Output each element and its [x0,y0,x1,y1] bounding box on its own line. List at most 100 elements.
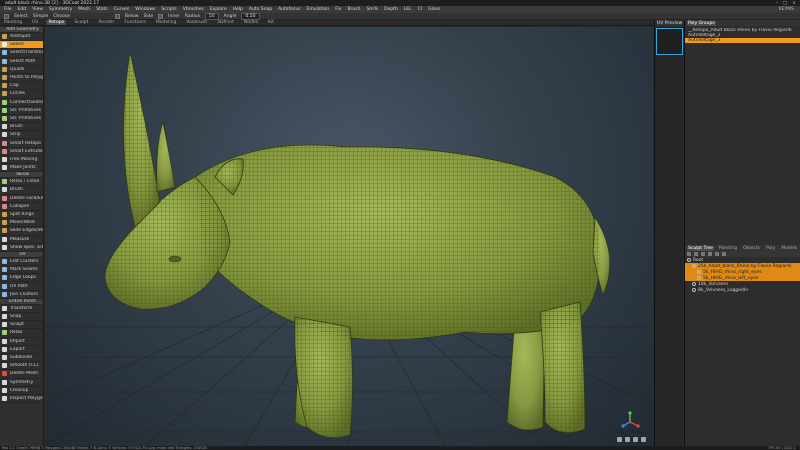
menu-item-explore[interactable]: Explore [210,7,227,12]
tool-subdivide[interactable]: Subdivide [0,354,43,363]
room-tab-kit[interactable]: Kit [266,20,276,25]
room-tab-painting[interactable]: Painting [2,20,24,25]
tool-edge-loops[interactable]: Edge Loops [0,274,43,283]
tool-symmetry[interactable]: Symmetry [0,379,43,387]
toolbar-select[interactable]: Select [14,14,28,19]
tool-move-weld[interactable]: Move/Weld [0,219,43,228]
tool-make-joints[interactable]: Make Joints [0,164,43,173]
tab-models[interactable]: Models [780,246,798,251]
visibility-icon[interactable] [692,282,696,286]
add-layer-icon[interactable] [687,252,691,256]
toolbar-choose[interactable]: Choose [53,14,70,19]
tool-delete-mesh[interactable]: Delete Mesh [0,370,43,379]
tab-objects[interactable]: Objects [742,246,761,251]
poly-group-row[interactable]: AutoVoltage_3 [685,38,800,43]
tool-mark-seams[interactable]: Mark Seams [0,266,43,275]
menu-item-lel[interactable]: LEL [404,7,412,12]
menu-item-vbrushes[interactable]: Vbrushes [183,7,204,12]
tool-cap[interactable]: Cap [0,82,43,91]
minimize-button[interactable]: – [776,1,778,6]
uv-preview-canvas[interactable] [656,28,683,55]
tool-brush[interactable]: Brush [0,186,43,195]
visibility-icon[interactable] [687,258,691,262]
menu-item-cl[interactable]: Cl [418,7,422,12]
room-tab-retopo[interactable]: Retopo [46,20,67,25]
menu-item-gloss[interactable]: Gloss [428,7,440,12]
menu-item-mesh[interactable]: Mesh [78,7,90,12]
room-tab-voxbrush[interactable]: Voxbrush [184,20,209,25]
toolbar-simple[interactable]: Simple [33,14,48,19]
tool-sculpt[interactable]: Sculpt [0,321,43,330]
tool-uv-path[interactable]: UV Path [0,282,43,291]
tab-painting[interactable]: Painting [718,246,738,251]
room-tab-uv[interactable]: UV [30,20,40,25]
tool-split-rings[interactable]: Split Rings [0,211,43,220]
menu-item-scripts[interactable]: Scripts [161,7,176,12]
room-tab-modeling[interactable]: Modeling [154,20,178,25]
viewport-3d[interactable] [45,27,653,446]
tool-snap[interactable]: Snap [0,313,43,322]
menu-item-symmetry[interactable]: Symmetry [49,7,72,12]
menu-item-emulation[interactable]: Emulation [307,7,330,12]
tool-collapse[interactable]: Collapse [0,203,43,211]
menu-item-stats[interactable]: Stats [96,7,108,12]
tool-inspect-polygons[interactable]: Inspect Polygons [0,395,43,404]
inner-toggle[interactable] [158,13,164,19]
menu-item-auto-snap[interactable]: Auto Snap [249,7,272,12]
tool-cleanup[interactable]: Cleanup [0,387,43,395]
tool-select-transform[interactable]: Select/Transform [0,49,43,58]
below-toggle[interactable] [114,13,120,19]
menu-item-view[interactable]: View [32,7,43,12]
menu-item-sm-[interactable]: Sm% [366,7,378,12]
tool-export[interactable]: Export [0,346,43,354]
room-tab-nodes[interactable]: Nodes [242,20,260,25]
tool-join-clusters[interactable]: Join Clusters [0,291,43,299]
tool-edit-clusters[interactable]: Edit Clusters [0,258,43,267]
tool-connect-slides[interactable]: Connect/Slides [0,99,43,107]
tool-str-primitives[interactable]: Str. Primitives [0,107,43,115]
close-button[interactable]: × [792,1,796,6]
tool-smart-extrude[interactable]: Smart Extrude [0,148,43,156]
visibility-icon[interactable] [697,270,701,274]
tool-slide-edges-vertex[interactable]: Slide Edges/Vertex [0,227,43,236]
menu-item-brush[interactable]: Brush [347,7,360,12]
tool-str-primitives[interactable]: Str. Primitives [0,115,43,124]
tool-add-split[interactable]: Add/Split [0,33,43,42]
tool-smart-retopo[interactable]: Smart Retopo [0,139,43,148]
tool-points-to-polygons[interactable]: Points to Polygons [0,74,43,83]
room-tab-sculpt[interactable]: Sculpt [72,20,90,25]
tool-smooth-cc[interactable]: Smooth (CC) [0,362,43,371]
tab-poly-groups[interactable]: Poly Groups [687,20,716,26]
maximize-button[interactable]: □ [783,1,787,6]
tool-import[interactable]: Import [0,338,43,346]
select-mode-icon[interactable] [4,13,9,19]
tool-brush[interactable]: Brush [0,123,43,132]
tool-quads[interactable]: Quads [0,66,43,74]
menu-item-curves[interactable]: Curves [114,7,130,12]
visibility-icon[interactable] [697,276,701,280]
radius-field[interactable]: 50 [204,12,219,20]
menu-item-autofocus[interactable]: Autofocus [278,7,300,12]
tool-show-spec-edge[interactable]: Show Spec. Edge [0,244,43,252]
room-tab-render[interactable]: Render [96,20,116,25]
menu-item-fix[interactable]: Fix [335,7,341,12]
menu-item-help[interactable]: Help [233,7,243,12]
tool-delete-face-edge[interactable]: Delete Face/Edge [0,195,43,203]
tool-strip[interactable]: Strip [0,131,43,140]
menu-item-depth[interactable]: Depth [384,7,398,12]
tab-poly[interactable]: Poly [765,246,776,251]
menu-item-file[interactable]: File [4,7,12,12]
toolbar-side[interactable]: Side [143,14,153,19]
tool-transform[interactable]: Transform [0,305,43,313]
tool-measure[interactable]: Measure [0,236,43,244]
tool-relax[interactable]: Relax [0,329,43,338]
sculpt-layer-row[interactable]: 25k_Adult_black_Rhino by Flavio Regiardi [685,263,800,269]
menu-item-edit[interactable]: Edit [18,7,27,12]
move-down-icon[interactable] [715,252,719,256]
room-tab-3dprint[interactable]: 3DPrint [215,20,236,25]
sculpt-layer-row[interactable]: 8k_Volvaero_LoggedIn [685,287,800,293]
delete-layer-icon[interactable] [701,252,705,256]
folder-icon[interactable] [694,252,698,256]
tool-select[interactable]: Select [0,41,43,50]
angle-field[interactable]: 0.50 [241,12,260,20]
